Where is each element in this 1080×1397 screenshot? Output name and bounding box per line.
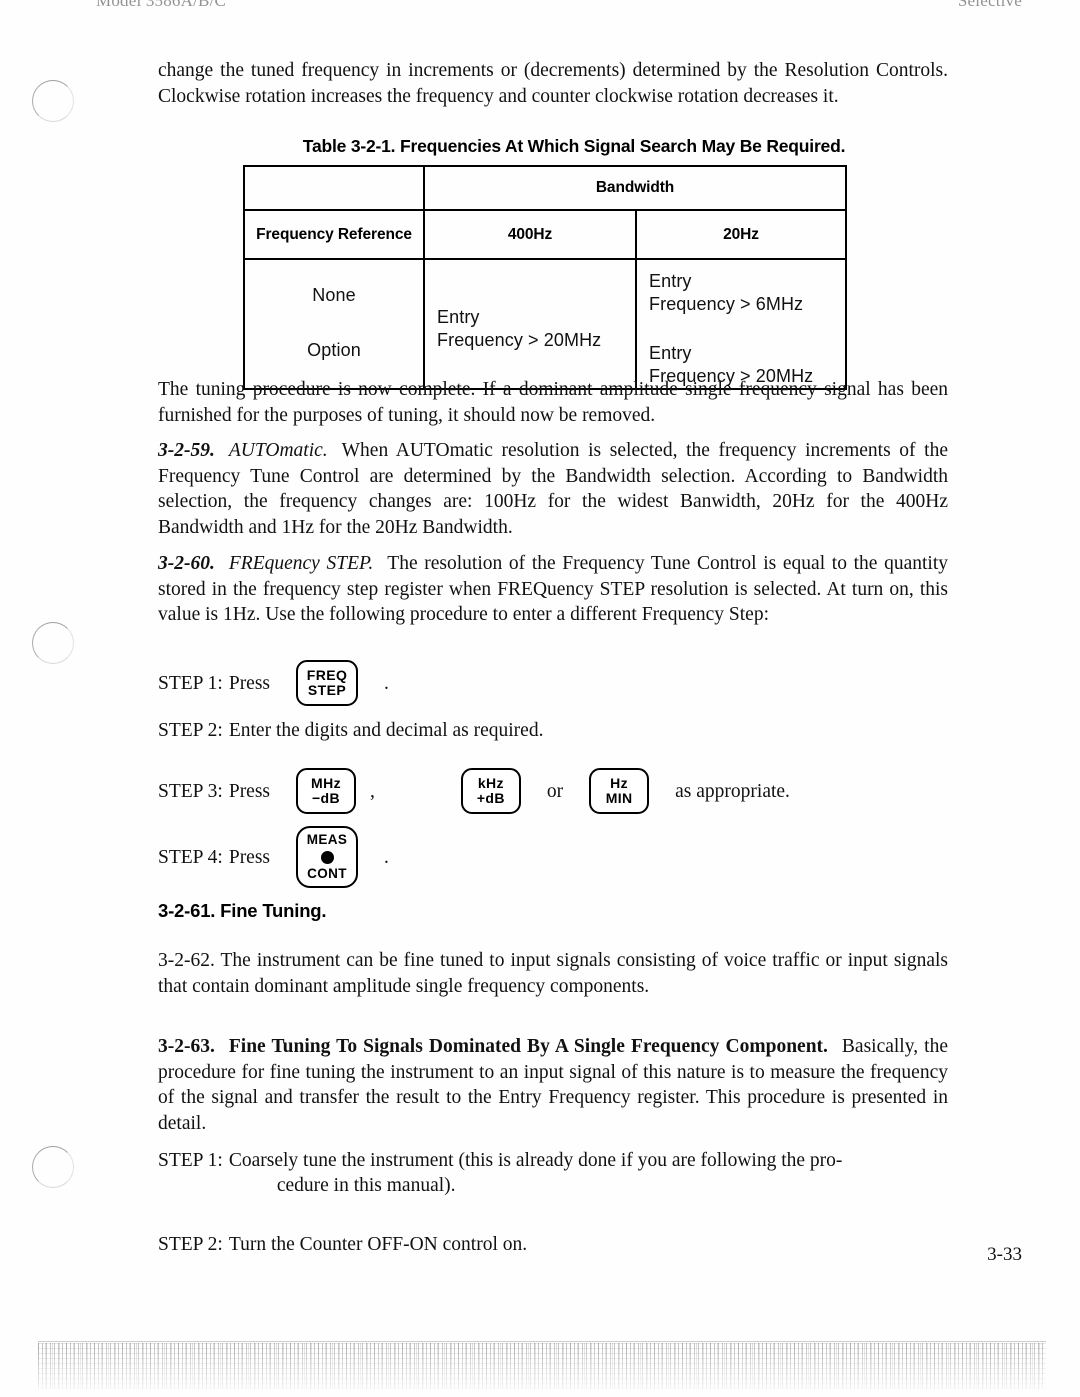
key-freq-step[interactable]: FREQ STEP xyxy=(296,660,359,706)
section-3-2-60-number: 3-2-60. xyxy=(158,553,215,574)
section-3-2-62: 3-2-62. The instrument can be fine tuned… xyxy=(158,948,948,999)
table-cell-empty xyxy=(243,165,425,211)
step-4-verb: Press xyxy=(228,846,271,868)
section-3-2-63-paragraph: 3-2-63. Fine Tuning To Signals Dominated … xyxy=(158,1034,948,1136)
running-head-band: Model 3586A/B/C Selective xyxy=(0,0,1080,22)
section-3-2-59-title: AUTOmatic. xyxy=(228,440,328,461)
table-header-frequency-reference: Frequency Reference xyxy=(243,209,425,260)
key-meas-cont-line1: MEAS xyxy=(306,832,348,848)
table-row-data: None Option Entry Frequency > 20MHz Entr… xyxy=(243,258,847,390)
key-khz-line2: +dB xyxy=(476,790,505,806)
section-3-2-60: 3-2-60. FREquency STEP. The resolution of … xyxy=(158,551,948,628)
procedure-b-step-1-label: STEP 1: xyxy=(158,1150,223,1171)
procedure-a-step-1: STEP 1: Press FREQ STEP . xyxy=(158,660,389,706)
section-3-2-63-title: Fine Tuning To Signals Dominated By A Si… xyxy=(228,1036,828,1057)
binder-hole-mark xyxy=(32,80,74,122)
section-3-2-59: 3-2-59. AUTOmatic. When AUTOmatic resoluti… xyxy=(158,438,948,540)
binder-hole-mark xyxy=(32,1146,74,1188)
table-cell-400hz-none-line1: Entry xyxy=(437,307,480,327)
section-3-2-63: 3-2-63. Fine Tuning To Signals Dominated … xyxy=(158,1034,948,1136)
step-1-verb: Press xyxy=(228,672,271,694)
key-freq-step-line1: FREQ xyxy=(306,667,348,684)
table-cell-reference-option: Option xyxy=(307,340,361,360)
table-header-bandwidth: Bandwidth xyxy=(423,165,847,211)
tuning-complete-paragraph: The tuning procedure is now complete. If… xyxy=(158,379,948,426)
procedure-b-step-1: STEP 1: Coarsely tune the instrument (th… xyxy=(158,1148,842,1198)
page-number: 3-33 xyxy=(987,1244,1022,1265)
procedure-b-step-1-text-line1: Coarsely tune the instrument (this is al… xyxy=(228,1150,843,1171)
procedure-a-step-4: STEP 4: Press MEAS CONT . xyxy=(158,826,389,888)
step-4-period: . xyxy=(384,846,389,868)
table-cell-20hz-option-line1: Entry xyxy=(649,343,692,363)
key-hz-line2: MIN xyxy=(605,790,633,806)
subhead-fine-tuning: 3-2-61. Fine Tuning. xyxy=(158,900,327,921)
key-mhz-line2: −dB xyxy=(311,790,341,806)
table-header-20hz: 20Hz xyxy=(635,209,847,260)
section-3-2-60-paragraph: 3-2-60. FREquency STEP. The resolution of … xyxy=(158,551,948,628)
scan-noise-band xyxy=(38,1341,1046,1389)
table-cell-20hz-none-line1: Entry xyxy=(649,271,692,291)
section-3-2-62-paragraph: 3-2-62. The instrument can be fine tuned… xyxy=(158,950,948,997)
table-row-column-headers: Frequency Reference 400Hz 20Hz xyxy=(243,209,847,260)
step-3-verb: Press xyxy=(228,780,271,802)
table-header-400hz: 400Hz xyxy=(423,209,637,260)
running-head-right: Selective xyxy=(957,0,1022,10)
procedure-b-step-1-text-line2: cedure in this manual). xyxy=(276,1175,456,1196)
step-2-text: Enter the digits and decimal as required… xyxy=(228,720,544,741)
key-freq-step-line2: STEP xyxy=(307,682,347,698)
section-3-2-59-paragraph: 3-2-59. AUTOmatic. When AUTOmatic resoluti… xyxy=(158,438,948,540)
table-cell-400hz: Entry Frequency > 20MHz xyxy=(423,258,637,390)
step-3-or: or xyxy=(546,780,564,802)
table-cell-400hz-none-line2: Frequency > 20MHz xyxy=(437,330,602,350)
step-3-tail: as appropriate. xyxy=(675,780,790,802)
scanned-page: Model 3586A/B/C Selective change the tun… xyxy=(0,0,1080,1397)
procedure-b-step-2-label: STEP 2: xyxy=(158,1234,223,1255)
table-cell-20hz-none-line2: Frequency > 6MHz xyxy=(649,294,804,314)
intro-paragraph-block: change the tuned frequency in increments… xyxy=(158,58,948,109)
key-mhz-minus-db[interactable]: MHz −dB xyxy=(296,768,357,814)
key-khz-plus-db[interactable]: kHz +dB xyxy=(460,768,521,814)
meas-cont-indicator-icon xyxy=(320,850,334,864)
table-row-group-header: Bandwidth xyxy=(243,165,847,211)
scan-edge-rule xyxy=(38,1341,1046,1342)
procedure-b-step-2-text: Turn the Counter OFF-ON control on. xyxy=(228,1234,528,1255)
key-hz-min[interactable]: Hz MIN xyxy=(589,768,650,814)
binder-hole-mark xyxy=(32,622,74,664)
scan-speckle-texture xyxy=(38,1343,1046,1389)
step-1-label: STEP 1: xyxy=(158,672,223,694)
step-3-label: STEP 3: xyxy=(158,780,223,802)
step-3-comma: , xyxy=(370,780,375,802)
step-4-label: STEP 4: xyxy=(158,846,223,868)
table-cell-20hz: Entry Frequency > 6MHz Entry Frequency >… xyxy=(635,258,847,390)
key-mhz-line1: MHz xyxy=(311,775,341,792)
table-3-2-1: Bandwidth Frequency Reference 400Hz 20Hz… xyxy=(243,165,847,390)
tuning-complete-block: The tuning procedure is now complete. If… xyxy=(158,377,948,428)
procedure-a-step-2: STEP 2: Enter the digits and decimal as … xyxy=(158,718,543,743)
running-head-left: Model 3586A/B/C xyxy=(96,0,227,10)
key-hz-line1: Hz xyxy=(610,775,629,792)
key-khz-line1: kHz xyxy=(477,775,504,792)
key-meas-cont-line2: CONT xyxy=(307,865,347,881)
procedure-a-step-3: STEP 3: Press MHz −dB , kHz +dB or Hz MI… xyxy=(158,768,790,814)
step-1-period: . xyxy=(384,672,389,694)
table-cell-reference-stack: None Option xyxy=(243,258,425,390)
procedure-b-step-2: STEP 2: Turn the Counter OFF-ON control … xyxy=(158,1232,527,1257)
section-3-2-63-number: 3-2-63. xyxy=(158,1036,215,1057)
table-cell-reference-none: None xyxy=(312,285,356,305)
key-meas-cont[interactable]: MEAS CONT xyxy=(296,826,359,888)
intro-paragraph: change the tuned frequency in increments… xyxy=(158,60,948,107)
section-3-2-60-title: FREquency STEP. xyxy=(228,553,374,574)
table-caption: Table 3-2-1. Frequencies At Which Signal… xyxy=(302,136,846,156)
step-2-label: STEP 2: xyxy=(158,720,223,741)
section-3-2-59-number: 3-2-59. xyxy=(158,440,215,461)
